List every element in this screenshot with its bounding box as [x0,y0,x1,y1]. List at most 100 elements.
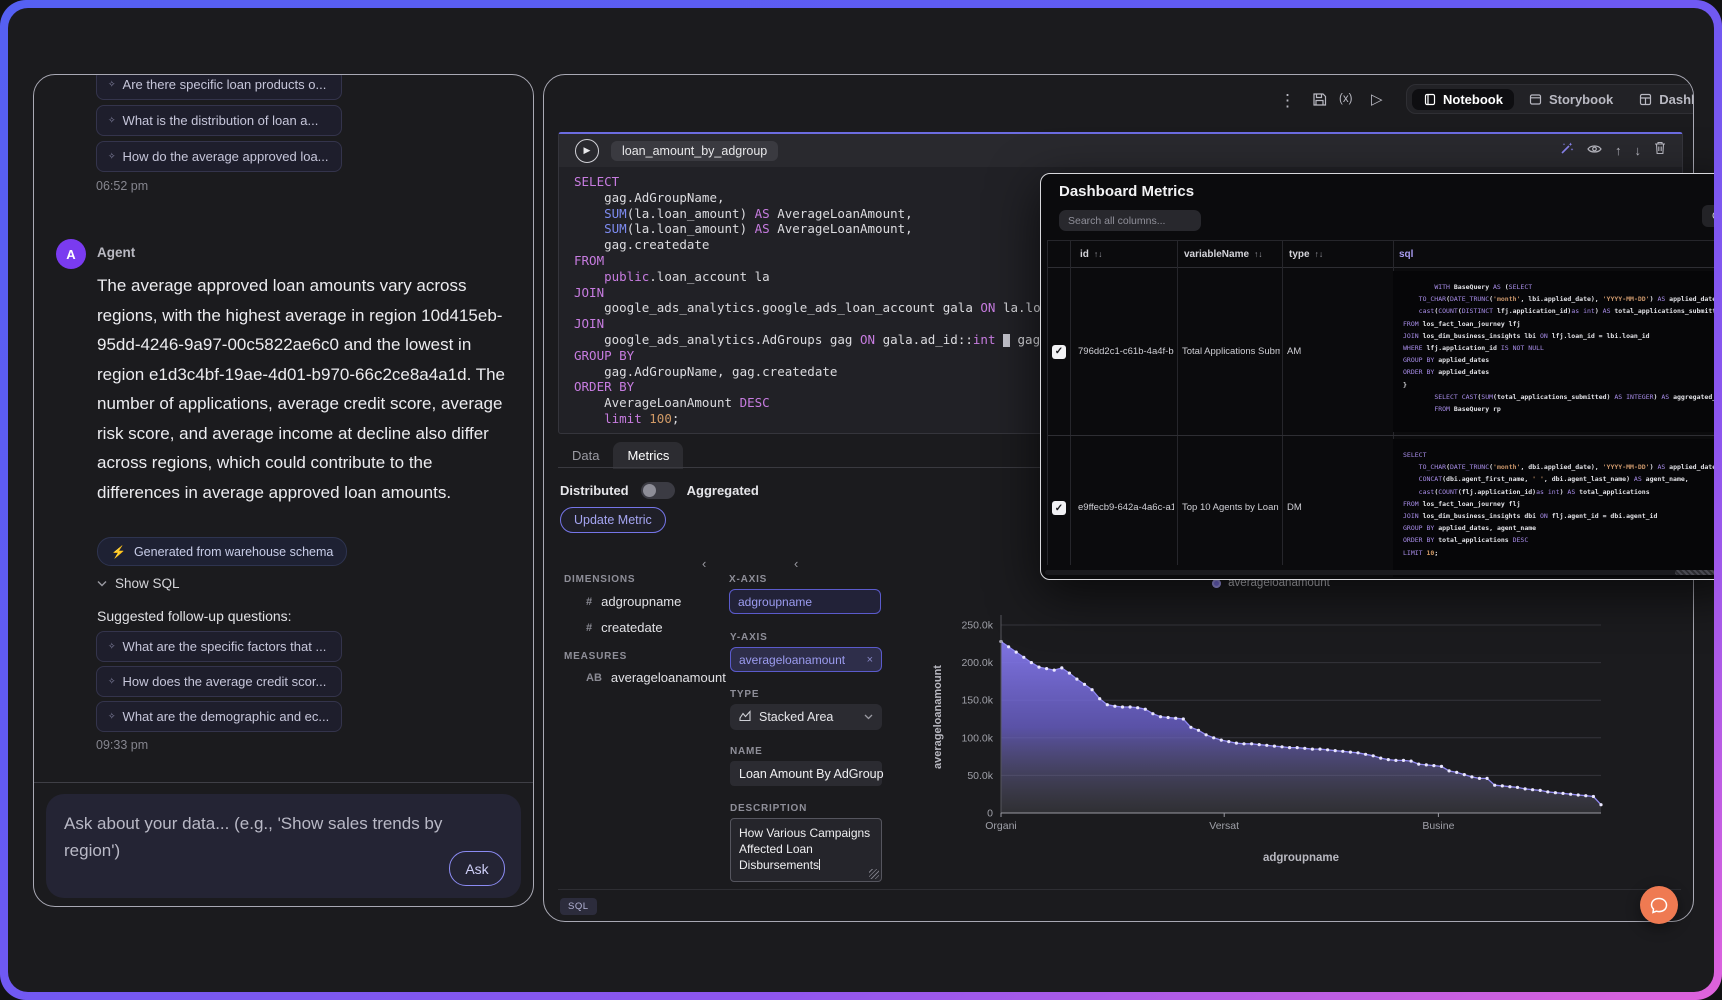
dimension-item[interactable]: #adgroupname [586,594,681,609]
y-axis-label: Y-AXIS [730,632,768,643]
horizontal-scrollbar[interactable] [1045,570,1714,575]
variable-name-cell: Top 10 Agents by Loan Ap [1182,502,1280,513]
svg-text:0: 0 [987,808,993,820]
column-header-type[interactable]: type ↑↓ [1289,241,1323,267]
followup-question-chip[interactable]: ✧What are the demographic and ec... [96,701,342,732]
sparkle-icon: ✧ [108,641,116,652]
area-chart[interactable]: 050.0k100.0k150.0k200.0k250.0kOrganiVers… [921,603,1621,887]
table-row[interactable]: ✓ e9ffecb9-642a-4a6c-a18 Top 10 Agents by … [1048,435,1714,580]
dimension-item-name: adgroupname [601,594,681,609]
column-header-sql[interactable]: sql [1399,241,1413,267]
history-question-chip-label: Are there specific loan products o... [123,77,327,92]
save-icon[interactable] [1312,92,1327,107]
sort-icon[interactable]: ↑↓ [1254,249,1263,259]
resize-handle-icon[interactable] [869,869,879,879]
cell-tab-metrics[interactable]: Metrics [613,442,683,469]
chat-panel: ✧Are there specific loan products o...✧W… [33,74,534,907]
cell-tab-data[interactable]: Data [558,442,613,469]
description-label: DESCRIPTION [730,803,807,814]
row-checkbox[interactable]: ✓ [1052,501,1066,515]
history-question-chip[interactable]: ✧What is the distribution of loan a... [96,105,342,136]
description-textarea[interactable]: How Various Campaigns Affected Loan Disb… [730,818,882,882]
kebab-menu-icon[interactable]: ⋮ [1279,91,1296,111]
measure-item-type-icon: AB [586,672,602,684]
magic-wand-icon[interactable] [1560,141,1574,160]
followup-question-chip[interactable]: ✧ What are the specific factors that ... [96,631,342,662]
app-background: ✧Are there specific loan products o...✧W… [8,8,1714,992]
chart-type-select[interactable]: Stacked Area [730,704,882,730]
history-question-chip[interactable]: ✧ How do the average approved loa... [96,141,342,172]
followup-question-chip-label: What are the demographic and ec... [123,709,330,724]
delete-icon[interactable] [1654,141,1666,160]
table-header-row: id↑↓variableName↑↓type↑↓sql [1048,241,1714,268]
svg-text:Busine: Busine [1422,820,1454,832]
run-cell-icon[interactable]: ▶ [575,139,599,163]
sparkle-icon: ✧ [108,151,116,162]
columns-button[interactable]: Col [1702,205,1714,227]
column-header-variableName[interactable]: variableName↑↓ [1184,241,1263,267]
measure-list: ABaverageloanamount [586,670,726,685]
bolt-icon: ⚡ [111,545,126,559]
overlay-search-input[interactable]: Search all columns... [1059,210,1201,231]
remove-icon[interactable]: × [867,654,873,666]
row-checkbox[interactable]: ✓ [1052,345,1066,359]
scrollbar-thumb[interactable] [1675,570,1714,575]
id-cell: e9ffecb9-642a-4a6c-a18 [1078,502,1174,513]
x-axis-field[interactable]: adgroupname [729,589,881,614]
cell-header: ▶ loan_amount_by_adgroup ↑ ↓ [559,134,1682,167]
view-tab-notebook[interactable]: Notebook [1412,89,1514,110]
svg-text:250.0k: 250.0k [961,620,993,632]
sparkle-icon: ✧ [108,79,116,90]
generated-badge-label: Generated from warehouse schema [134,545,333,559]
collapse-config-icon[interactable]: ‹ [794,556,798,571]
chevron-down-icon [864,712,873,723]
cell-title[interactable]: loan_amount_by_adgroup [611,141,778,161]
view-tab-label: Dashboard [1659,92,1694,107]
chat-input[interactable]: Ask about your data... (e.g., 'Show sale… [46,794,521,898]
measure-item[interactable]: ABaverageloanamount [586,670,726,685]
y-axis-value: averageloanamount [739,653,845,667]
y-axis-field[interactable]: averageloanamount × [730,647,882,672]
dimension-item[interactable]: #createdate [586,620,681,635]
sql-preview-cell[interactable]: WITH BaseQuery AS (SELECT TO_CHAR(DATE_T… [1393,271,1714,432]
column-header-id[interactable]: id ↑↓ [1080,241,1102,267]
view-tab-storybook[interactable]: Storybook [1518,89,1624,110]
chart-container: averageloanamount 050.0k100.0k150.0k200.… [921,577,1621,887]
app-window: ✧Are there specific loan products o...✧W… [0,0,1722,1000]
show-sql-toggle[interactable]: Show SQL [97,576,180,591]
followup-question-chip-label: What are the specific factors that ... [123,639,327,654]
sort-icon[interactable]: ↑↓ [1315,249,1324,259]
view-tab-label: Storybook [1549,92,1613,107]
aggregation-toggle-row: Distributed Aggregated [560,482,759,499]
move-down-icon[interactable]: ↓ [1635,143,1642,158]
collapse-left-icon[interactable]: ‹ [702,556,706,571]
column-header-label: type [1289,249,1310,260]
metric-name-input[interactable]: Loan Amount By AdGroup [730,761,882,786]
show-sql-label: Show SQL [115,576,180,591]
column-header-label: id [1080,249,1089,260]
metrics-table: id↑↓variableName↑↓type↑↓sql ✓796dd2c1-c6… [1047,240,1714,565]
update-metric-button[interactable]: Update Metric [560,507,666,533]
aggregation-switch[interactable] [641,482,675,499]
move-up-icon[interactable]: ↑ [1615,143,1622,158]
sort-icon[interactable]: ↑↓ [1094,249,1103,259]
view-tab-dashboard[interactable]: Dashboard [1628,89,1694,110]
ask-button[interactable]: Ask [449,851,505,886]
toggle-left-label: Distributed [560,483,629,498]
table-row[interactable]: ✓796dd2c1-c61b-4a4f-b6cTotal Application… [1048,268,1714,435]
dimension-list: #adgroupname #createdate [586,594,681,635]
sql-preview-cell[interactable]: SELECT TO_CHAR(DATE_TRUNC('month', dbi.a… [1393,439,1714,577]
bottom-divider [558,889,1681,890]
followup-question-chip[interactable]: ✧How does the average credit scor... [96,666,342,697]
id-cell: 796dd2c1-c61b-4a4f-b6c [1078,346,1174,357]
history-question-chip-label: How do the average approved loa... [123,149,329,164]
eye-icon[interactable] [1587,142,1602,160]
sparkle-icon: ✧ [108,676,116,687]
variables-icon[interactable]: (x) [1339,93,1352,105]
run-icon[interactable]: ▷ [1371,90,1383,108]
switch-knob [643,484,656,497]
support-chat-button[interactable] [1640,886,1678,924]
metric-name-value: Loan Amount By AdGroup [739,767,884,781]
view-tab-bar: Notebook Storybook Dashboard [1406,84,1694,114]
history-question-chip[interactable]: ✧ Are there specific loan products o... [96,74,342,100]
